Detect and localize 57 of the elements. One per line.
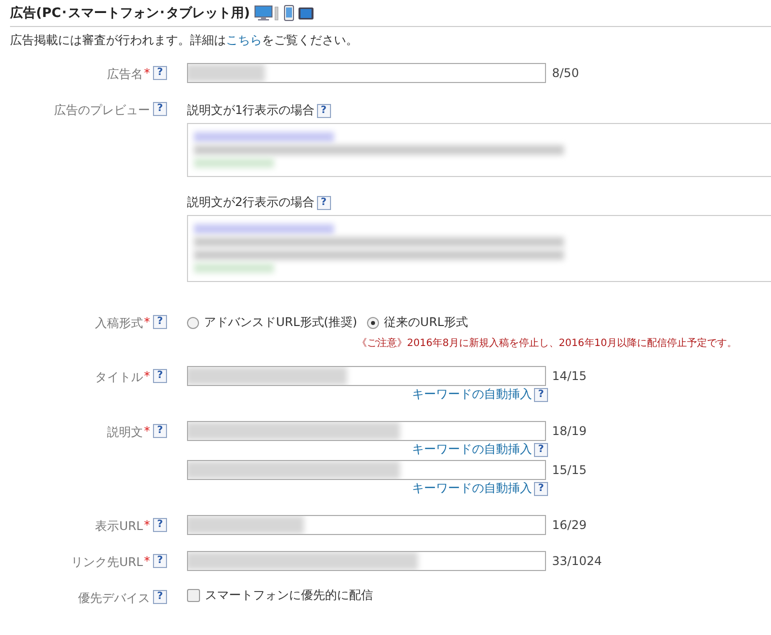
required-mark: * xyxy=(144,554,150,568)
field-label: 表示URL xyxy=(95,518,143,535)
help-icon[interactable]: ? xyxy=(534,442,548,456)
smartphone-icon xyxy=(284,5,294,21)
radio-button[interactable] xyxy=(367,316,380,328)
character-count: 16/29 xyxy=(552,518,587,532)
preview-caption: 説明文が1行表示の場合 xyxy=(187,102,315,119)
desktop-icon xyxy=(254,5,280,21)
section-title: 広告(PC･スマートフォン･タブレット用) xyxy=(10,4,250,22)
keyword-insert-link[interactable]: キーワードの自動挿入 xyxy=(412,441,532,458)
help-icon[interactable]: ? xyxy=(534,482,548,496)
character-count: 33/1024 xyxy=(552,554,602,568)
input-field[interactable] xyxy=(187,515,546,535)
required-mark: * xyxy=(144,66,150,80)
help-icon[interactable]: ? xyxy=(153,424,167,438)
tablet-icon xyxy=(298,6,314,20)
details-link[interactable]: こちら xyxy=(226,33,262,47)
input-field[interactable] xyxy=(187,366,546,386)
help-icon[interactable]: ? xyxy=(153,590,167,604)
help-icon[interactable]: ? xyxy=(153,102,167,116)
keyword-insert-link[interactable]: キーワードの自動挿入 xyxy=(412,480,532,497)
required-mark: * xyxy=(144,369,150,383)
checkbox-label: スマートフォンに優先的に配信 xyxy=(205,587,373,604)
required-mark: * xyxy=(144,315,150,329)
field-label: 広告のプレビュー xyxy=(54,102,150,119)
input-field[interactable] xyxy=(187,460,546,480)
help-icon[interactable]: ? xyxy=(534,388,548,402)
help-icon[interactable]: ? xyxy=(153,518,167,532)
help-icon[interactable]: ? xyxy=(153,315,167,329)
help-icon[interactable]: ? xyxy=(153,66,167,80)
required-mark: * xyxy=(144,424,150,438)
character-count: 18/19 xyxy=(552,424,587,438)
radio-button[interactable] xyxy=(187,316,199,328)
field-label: 優先デバイス xyxy=(78,590,150,607)
input-field[interactable] xyxy=(187,63,546,83)
field-label: 入稿形式 xyxy=(95,315,143,332)
input-field[interactable] xyxy=(187,551,546,571)
help-icon[interactable]: ? xyxy=(153,369,167,383)
warning-text: 《ご注意》2016年8月に新規入稿を停止し、2016年10月以降に配信停止予定です。 xyxy=(357,336,738,350)
field-label: タイトル xyxy=(95,369,143,386)
checkbox[interactable] xyxy=(187,589,200,602)
notice-text: 広告掲載には審査が行われます。詳細は こちら をご覧ください。 xyxy=(10,32,359,49)
keyword-insert-link[interactable]: キーワードの自動挿入 xyxy=(412,386,532,403)
preview-caption: 説明文が2行表示の場合 xyxy=(187,194,315,211)
input-field[interactable] xyxy=(187,421,546,441)
help-icon[interactable]: ? xyxy=(316,104,331,118)
help-icon[interactable]: ? xyxy=(316,196,331,210)
character-count: 15/15 xyxy=(552,463,587,477)
radio-label: 従来のURL形式 xyxy=(384,314,468,331)
help-icon[interactable]: ? xyxy=(153,554,167,568)
character-count: 14/15 xyxy=(552,369,587,383)
field-label: 説明文 xyxy=(107,424,143,441)
radio-label: アドバンスドURL形式(推奨) xyxy=(204,314,358,331)
character-count: 8/50 xyxy=(552,66,579,80)
required-mark: * xyxy=(144,518,150,532)
field-label: リンク先URL xyxy=(71,554,143,571)
field-label: 広告名 xyxy=(107,66,143,83)
